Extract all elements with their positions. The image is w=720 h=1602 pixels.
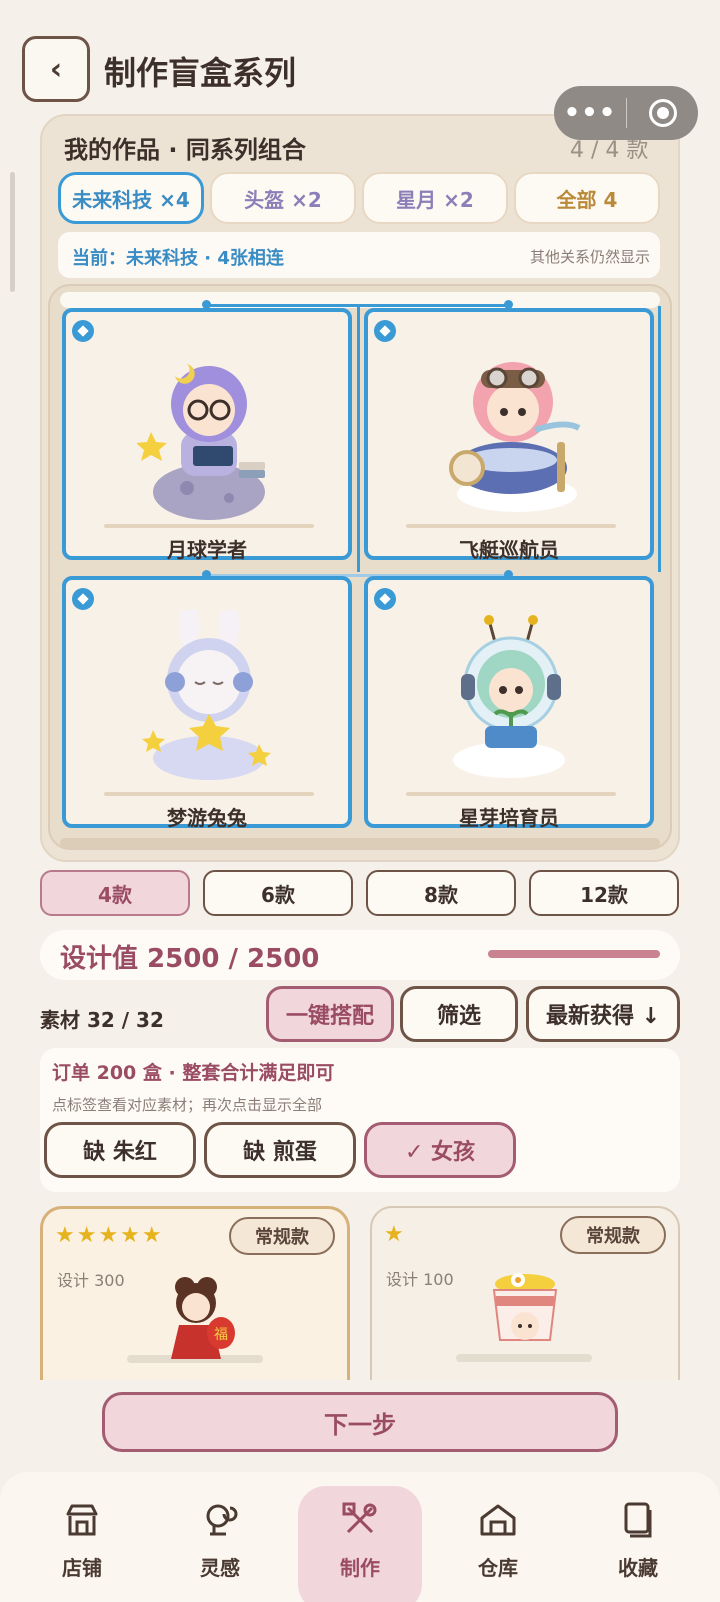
- tag-missing-fried-egg[interactable]: 缺 煎蛋: [204, 1122, 356, 1178]
- nav-label: 店铺: [62, 1556, 102, 1580]
- card-shelf: [104, 792, 314, 796]
- count-12-button[interactable]: 12款: [529, 870, 679, 916]
- work-card-name: 梦游兔兔: [167, 806, 247, 830]
- card-shelf: [406, 792, 616, 796]
- segment-helmet[interactable]: 头盔 ×2: [210, 172, 356, 224]
- noodle-cup-figure: [492, 1273, 558, 1341]
- auto-match-button[interactable]: 一键搭配: [266, 986, 394, 1042]
- material-card[interactable]: ★ 常规款 设计 100: [370, 1206, 680, 1380]
- nav-shop[interactable]: 店铺: [20, 1486, 144, 1602]
- tag-girl-selected[interactable]: ✓ 女孩: [364, 1122, 516, 1178]
- diamond-icon: [374, 320, 396, 342]
- mini-program-capsule: •••: [554, 86, 698, 140]
- diamond-icon: [374, 588, 396, 610]
- work-card-name: 飞艇巡航员: [459, 538, 559, 562]
- material-kind-badge: 常规款: [229, 1217, 335, 1255]
- lantern-girl-figure: 福: [171, 1277, 235, 1359]
- craft-icon: [342, 1502, 377, 1534]
- work-card-name: 月球学者: [167, 538, 247, 562]
- count-4-button[interactable]: 4款: [40, 870, 190, 916]
- next-step-button[interactable]: 下一步: [102, 1392, 618, 1452]
- warehouse-icon: [480, 1504, 516, 1536]
- link-line: [357, 306, 360, 572]
- star-rating: ★: [384, 1222, 406, 1247]
- count-6-button[interactable]: 6款: [203, 870, 353, 916]
- close-button[interactable]: [627, 99, 698, 127]
- card-shelf: [104, 524, 314, 528]
- grid-bottom-strip: [60, 838, 660, 848]
- current-selection-note: 其他关系仍然显示: [530, 248, 651, 266]
- nav-collection[interactable]: 收藏: [576, 1486, 700, 1602]
- card-shelf: [406, 524, 616, 528]
- order-note: 点标签查看对应素材；再次点击显示全部: [52, 1096, 323, 1114]
- link-line: [658, 306, 661, 572]
- materials-count: 素材 32 / 32: [40, 1008, 164, 1032]
- nav-label: 收藏: [618, 1556, 658, 1580]
- shop-icon: [66, 1504, 98, 1536]
- airship-pilot-figure: [449, 362, 581, 512]
- filter-button[interactable]: 筛选: [400, 986, 518, 1042]
- count-8-button[interactable]: 8款: [366, 870, 516, 916]
- nav-warehouse[interactable]: 仓库: [436, 1486, 560, 1602]
- star-sprout-grower-figure: [453, 615, 565, 778]
- segment-all[interactable]: 全部 4: [514, 172, 660, 224]
- svg-text:福: 福: [214, 1327, 228, 1343]
- tag-missing-vermilion[interactable]: 缺 朱红: [44, 1122, 196, 1178]
- diamond-icon: [72, 320, 94, 342]
- works-title: 我的作品 · 同系列组合: [64, 136, 306, 164]
- sort-latest-button[interactable]: 最新获得 ↓: [526, 986, 680, 1042]
- inspiration-icon: [206, 1504, 238, 1536]
- page-title: 制作盲盒系列: [104, 54, 297, 92]
- segment-future-tech[interactable]: 未来科技 ×4: [58, 172, 204, 224]
- design-progress-fill: [488, 950, 660, 958]
- more-button[interactable]: •••: [554, 98, 626, 128]
- nav-label: 灵感: [200, 1556, 240, 1580]
- segment-star-moon[interactable]: 星月 ×2: [362, 172, 508, 224]
- work-card-dream-bunny[interactable]: 梦游兔兔: [62, 576, 352, 830]
- target-icon: [648, 99, 677, 127]
- current-selection-text: 当前：未来科技 · 4张相连: [72, 248, 284, 269]
- collection-icon: [624, 1502, 652, 1538]
- material-design-value: 设计 300: [57, 1271, 125, 1290]
- scroll-indicator[interactable]: [10, 172, 15, 292]
- design-value-text: 设计值 2500 / 2500: [60, 944, 320, 974]
- moon-scholar-figure: [137, 364, 265, 520]
- nav-craft[interactable]: 制作: [298, 1486, 422, 1602]
- diamond-icon: [72, 588, 94, 610]
- work-card-airship-pilot[interactable]: 飞艇巡航员: [364, 308, 654, 562]
- nav-label: 制作: [340, 1556, 380, 1580]
- star-rating: ★★★★★: [55, 1223, 164, 1248]
- material-design-value: 设计 100: [386, 1270, 454, 1289]
- nav-inspiration[interactable]: 灵感: [158, 1486, 282, 1602]
- nav-label: 仓库: [478, 1556, 518, 1580]
- order-title: 订单 200 盒 · 整套合计满足即可: [52, 1062, 335, 1084]
- work-card-star-sprout-grower[interactable]: 星芽培育员: [364, 576, 654, 830]
- material-kind-badge: 常规款: [560, 1216, 666, 1254]
- chevron-left-icon: ‹: [49, 51, 63, 87]
- dream-bunny-figure: [142, 610, 271, 780]
- work-card-name: 星芽培育员: [459, 806, 559, 830]
- material-card[interactable]: ★★★★★ 常规款 设计 300 福: [40, 1206, 350, 1380]
- work-card-moon-scholar[interactable]: 月球学者: [62, 308, 352, 562]
- back-button[interactable]: ‹: [22, 36, 90, 102]
